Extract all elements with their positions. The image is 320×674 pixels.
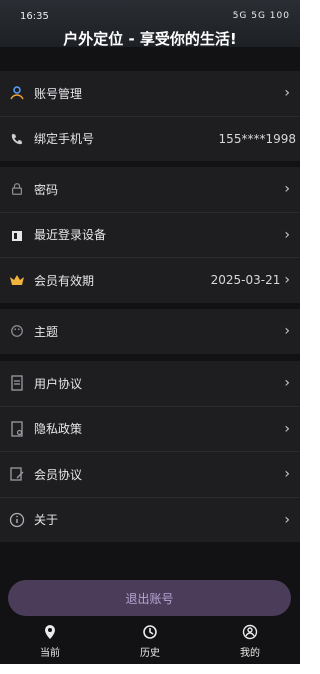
row-theme[interactable]: 主题 › xyxy=(0,309,300,354)
row-account-management[interactable]: 账号管理 › xyxy=(0,71,300,117)
row-user-agreement[interactable]: 用户协议 › xyxy=(0,361,300,407)
chevron-right-icon: › xyxy=(284,375,290,392)
profile-icon xyxy=(242,624,258,640)
row-label: 账号管理 xyxy=(34,86,83,101)
status-bar: 16:35 5G 5G 100 xyxy=(0,9,300,25)
person-icon xyxy=(8,84,26,102)
row-bind-phone[interactable]: 绑定手机号 155****1998 xyxy=(0,117,300,162)
row-label: 隐私政策 xyxy=(34,422,83,437)
row-label: 用户协议 xyxy=(34,376,83,391)
device-icon xyxy=(8,226,26,244)
row-label: 主题 xyxy=(34,324,59,339)
group-account: 账号管理 › 绑定手机号 155****1998 xyxy=(0,71,300,161)
row-privacy-policy[interactable]: 隐私政策 › xyxy=(0,407,300,452)
row-label: 会员协议 xyxy=(34,467,83,482)
row-membership-validity[interactable]: 会员有效期 2025-03-21 › xyxy=(0,258,300,303)
row-label: 绑定手机号 xyxy=(34,132,95,147)
chevron-right-icon: › xyxy=(284,466,290,483)
document-icon xyxy=(8,374,26,392)
location-pin-icon xyxy=(45,625,55,639)
status-icons: 5G 5G 100 xyxy=(232,11,290,21)
agreement-icon xyxy=(8,465,26,483)
row-label: 最近登录设备 xyxy=(34,228,107,243)
row-password[interactable]: 密码 › xyxy=(0,167,300,213)
chevron-right-icon: › xyxy=(284,323,290,340)
nav-history[interactable]: 历史 xyxy=(100,618,200,664)
nav-current[interactable]: 当前 xyxy=(0,618,100,664)
chevron-right-icon: › xyxy=(284,272,290,289)
page-title: 户外定位 - 享受你的生活! xyxy=(63,30,237,48)
chevron-right-icon: › xyxy=(284,181,290,198)
chevron-right-icon: › xyxy=(284,420,290,437)
info-icon xyxy=(8,511,26,529)
chevron-right-icon: › xyxy=(284,85,290,102)
row-about[interactable]: 关于 › xyxy=(0,498,300,543)
history-icon xyxy=(143,625,157,639)
group-theme: 主题 › xyxy=(0,309,300,354)
bottom-nav: 当前 历史 我的 xyxy=(0,618,300,664)
membership-expiry: 2025-03-21 xyxy=(210,273,281,288)
phone-number: 155****1998 xyxy=(218,131,296,146)
nav-mine[interactable]: 我的 xyxy=(200,618,300,664)
nav-label: 我的 xyxy=(240,648,260,659)
status-time: 16:35 xyxy=(20,11,49,22)
group-legal: 用户协议 › 隐私政策 › 会员协议 › 关于 › xyxy=(0,361,300,542)
palette-icon xyxy=(8,322,26,340)
privacy-icon xyxy=(8,420,26,438)
row-label: 会员有效期 xyxy=(34,273,95,288)
app-screen: 16:35 5G 5G 100 户外定位 - 享受你的生活! 账号管理 › 绑定… xyxy=(0,0,300,664)
chevron-right-icon: › xyxy=(284,511,290,528)
row-label: 密码 xyxy=(34,182,59,197)
row-member-agreement[interactable]: 会员协议 › xyxy=(0,452,300,498)
lock-icon xyxy=(8,180,26,198)
nav-label: 历史 xyxy=(140,648,160,659)
nav-label: 当前 xyxy=(40,648,60,659)
phone-icon xyxy=(8,130,26,148)
chevron-right-icon: › xyxy=(284,226,290,243)
logout-button[interactable]: 退出账号 xyxy=(8,580,291,616)
row-label: 关于 xyxy=(34,513,59,528)
row-recent-devices[interactable]: 最近登录设备 › xyxy=(0,213,300,258)
group-security: 密码 › 最近登录设备 › 会员有效期 2025-03-21 › xyxy=(0,167,300,303)
crown-icon xyxy=(8,271,26,289)
